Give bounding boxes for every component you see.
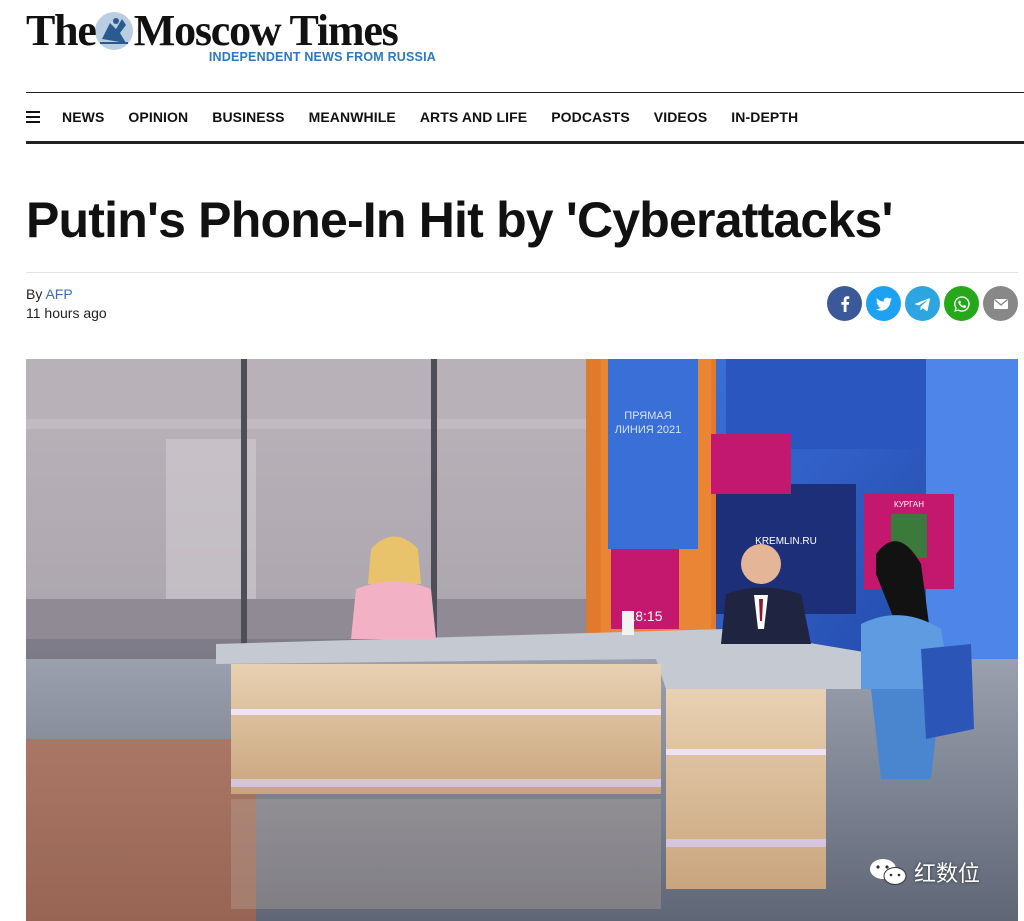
share-buttons: [827, 286, 1018, 321]
telegram-share-button[interactable]: [905, 286, 940, 321]
article-lead-photo: ПРЯМАЯ ЛИНИЯ 2021 KREMLIN.RU 18:15 КУРГА…: [26, 359, 1018, 921]
hamburger-icon[interactable]: [26, 111, 40, 123]
facebook-share-button[interactable]: [827, 286, 862, 321]
whatsapp-share-button[interactable]: [944, 286, 979, 321]
nav-item-podcasts[interactable]: PODCASTS: [551, 109, 630, 125]
site-title-moscow-times: Moscow Times: [133, 6, 399, 55]
nav-item-news[interactable]: NEWS: [62, 109, 104, 125]
article-timestamp: 11 hours ago: [26, 305, 107, 321]
region-screen-text: КУРГАН: [894, 500, 924, 509]
site-tagline: INDEPENDENT NEWS FROM RUSSIA: [208, 50, 436, 64]
masthead-logo[interactable]: The Moscow Times INDEPENDENT NEWS FROM R…: [26, 8, 446, 68]
nav-item-business[interactable]: BUSINESS: [212, 109, 284, 125]
tv-studio-scene-image: ПРЯМАЯ ЛИНИЯ 2021 KREMLIN.RU 18:15 КУРГА…: [26, 359, 1018, 921]
st-george-emblem-icon: [94, 12, 133, 50]
headline-divider: [26, 272, 1018, 273]
byline-prefix: By: [26, 286, 43, 302]
article-byline: By AFP: [26, 285, 73, 304]
twitter-share-button[interactable]: [866, 286, 901, 321]
nav-item-meanwhile[interactable]: MEANWHILE: [309, 109, 396, 125]
twitter-icon: [875, 297, 892, 311]
nav-item-arts-and-life[interactable]: ARTS AND LIFE: [420, 109, 527, 125]
svg-text:ЛИНИЯ 2021: ЛИНИЯ 2021: [615, 424, 681, 436]
whatsapp-icon: [953, 295, 970, 312]
site-title-the: The: [26, 6, 97, 55]
nav-item-videos[interactable]: VIDEOS: [654, 109, 708, 125]
article-headline: Putin's Phone-In Hit by 'Cyberattacks': [26, 192, 893, 248]
watermark-text: 红数位: [914, 861, 981, 886]
nav-item-opinion[interactable]: OPINION: [128, 109, 188, 125]
site-title: The Moscow Times: [26, 8, 446, 54]
wechat-icon: [870, 859, 907, 885]
email-share-button[interactable]: [983, 286, 1018, 321]
svg-text:ПРЯМАЯ: ПРЯМАЯ: [624, 410, 671, 422]
watermark: 红数位: [868, 856, 980, 888]
nav-item-in-depth[interactable]: IN-DEPTH: [731, 109, 798, 125]
facebook-icon: [840, 295, 849, 312]
main-nav: NEWS OPINION BUSINESS MEANWHILE ARTS AND…: [26, 92, 1024, 144]
email-icon: [993, 298, 1008, 309]
telegram-icon: [914, 297, 930, 311]
author-link[interactable]: AFP: [45, 286, 72, 302]
